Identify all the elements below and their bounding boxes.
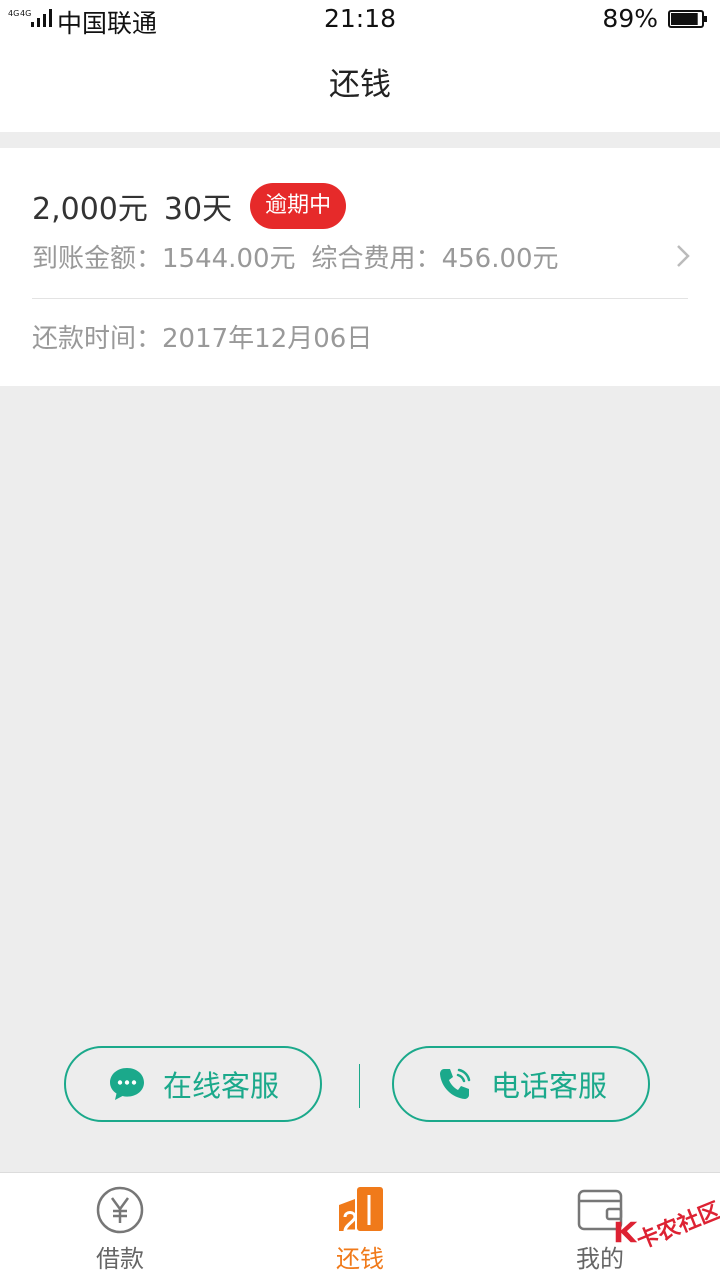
phone-service-button[interactable]: 电话客服 (392, 1046, 650, 1122)
divider (32, 298, 688, 299)
page-title: 还钱 (329, 67, 391, 103)
loan-card[interactable]: 2,000元 30天 逾期中 到账金额：1544.00元 综合费用：456.00元… (0, 148, 720, 386)
phone-icon (439, 1068, 471, 1099)
loan-amount: 2,000元 (32, 192, 148, 227)
online-service-button[interactable]: 在线客服 (64, 1046, 322, 1122)
repay-time-value: 2017年12月06日 (162, 324, 373, 354)
tab-borrow-label: 借款 (96, 1245, 144, 1273)
online-service-label: 在线客服 (162, 1069, 279, 1103)
chat-bubble-icon (109, 1068, 144, 1100)
loan-term: 30天 (163, 192, 233, 227)
overdue-status-badge: 逾期中 (250, 183, 347, 229)
tab-repay[interactable]: 还钱 (240, 1173, 480, 1281)
phone-service-label: 电话客服 (490, 1069, 607, 1103)
fee-value: 456.00元 (441, 244, 559, 274)
fee-label: 综合费用： (311, 244, 442, 274)
chevron-right-icon[interactable] (676, 244, 690, 268)
watermark-logo: 卡农社区 (612, 1188, 720, 1260)
battery-icon (668, 10, 707, 28)
yen-circle-icon (96, 1186, 144, 1234)
received-amount-label: 到账金额： (32, 244, 163, 274)
tab-repay-label: 还钱 (336, 1245, 384, 1273)
status-bar: 4G 4G 中国联通 21:18 89% (0, 0, 720, 38)
loan-amount-details: 到账金额：1544.00元 综合费用：456.00元 (32, 238, 559, 275)
service-divider (359, 1064, 360, 1108)
page-header: 还钱 (0, 38, 720, 132)
received-amount-value: 1544.00元 (162, 244, 296, 274)
watermark-text: 卡农社区 (633, 1198, 720, 1255)
repay-icon (339, 1187, 383, 1233)
tab-borrow[interactable]: 借款 (0, 1173, 240, 1281)
repay-time: 还款时间：2017年12月06日 (32, 318, 372, 355)
loan-summary: 2,000元 30天 逾期中 (32, 183, 347, 229)
repay-time-label: 还款时间： (32, 324, 163, 354)
battery-percent: 89% (602, 4, 658, 33)
